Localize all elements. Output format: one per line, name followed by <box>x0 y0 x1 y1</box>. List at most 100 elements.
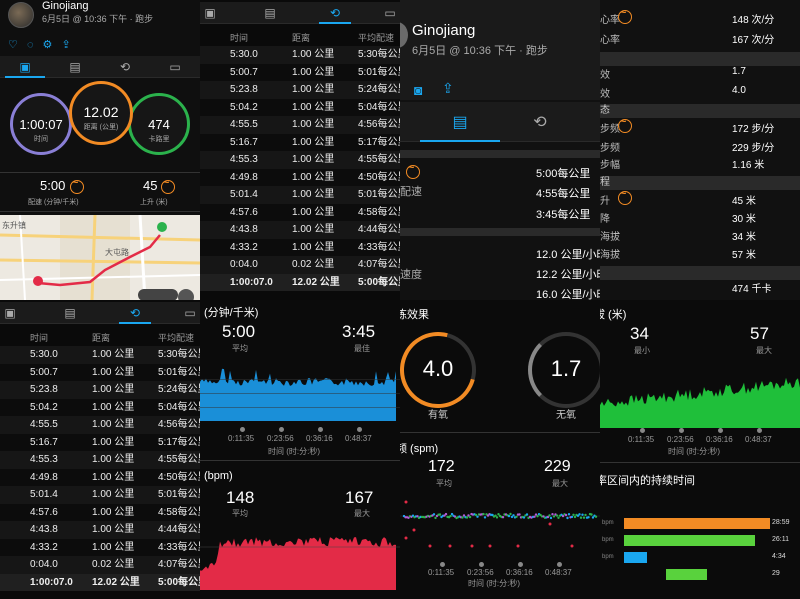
map-expand-button[interactable] <box>178 289 194 300</box>
lap-row[interactable]: 5:00.7 1.00 公里 5:01每公里 <box>200 63 400 81</box>
ascent-chart-icon[interactable] <box>161 177 175 194</box>
cadence-outlier <box>570 544 574 548</box>
zone-unit: bpm <box>602 554 614 560</box>
tab-laps[interactable]: ⟲ <box>115 302 155 324</box>
lap-row[interactable]: 4:55.5 1.00 公里 4:56每公里 <box>0 416 200 434</box>
cadence-chart-title: 频 (spm) <box>400 443 439 455</box>
lap-row[interactable]: 5:04.2 1.00 公里 5:04每公里 <box>200 98 400 116</box>
lap-row[interactable]: 0:04.0 0.02 公里 4:07每公里 <box>200 256 400 274</box>
avatar[interactable] <box>8 2 34 28</box>
lap-row[interactable]: 5:30.0 1.00 公里 5:30每公里 <box>200 46 400 64</box>
cadence-chart[interactable] <box>400 494 600 564</box>
lap-row[interactable]: 4:33.2 1.00 公里 4:33每公里 <box>200 238 400 256</box>
lap-row[interactable]: 4:55.5 1.00 公里 4:56每公里 <box>200 116 400 134</box>
hr-chart[interactable] <box>200 525 400 590</box>
username[interactable]: Ginojiang <box>412 22 475 39</box>
laps-list-top: 5:30.0 1.00 公里 5:30每公里 5:00.7 1.00 公里 5:01每公里… <box>200 46 400 300</box>
elevation-chart[interactable] <box>600 358 800 428</box>
lap-distance: 1.00 公里 <box>92 524 135 535</box>
lap-row[interactable]: 5:16.7 1.00 公里 5:17每公里 <box>0 433 200 451</box>
pace-chart[interactable] <box>200 366 400 421</box>
lap-row[interactable]: 4:33.2 1.00 公里 4:33每公里 <box>0 538 200 556</box>
calories-value: 474 <box>148 117 170 132</box>
chart-icon[interactable] <box>618 188 632 205</box>
lap-pace: 5:17每公里 <box>158 436 200 448</box>
lap-row[interactable]: 5:16.7 1.00 公里 5:17每公里 <box>200 133 400 151</box>
tab-charts[interactable]: ▭ <box>180 302 200 324</box>
stat-value: 4.0 <box>732 85 746 96</box>
cadence-point <box>482 512 485 516</box>
tick-label: 0:36:16 <box>706 435 733 444</box>
tab-laps[interactable]: ⟲ <box>510 112 570 142</box>
cadence-point <box>552 515 556 518</box>
share-icon[interactable]: ⇪ <box>61 39 70 51</box>
summary-tabbar: ▣ ▤ ⟲ ▭ <box>0 56 200 78</box>
chart-icon[interactable] <box>618 116 632 133</box>
tab-stats[interactable]: ▤ <box>420 112 500 142</box>
tab-summary[interactable]: ▣ <box>200 2 220 24</box>
lap-row[interactable]: 4:57.6 1.00 公里 4:58每公里 <box>200 203 400 221</box>
tab-stats[interactable]: ▤ <box>50 56 100 78</box>
anaerobic-label: 无氧 <box>556 410 576 421</box>
tab-charts[interactable]: ▭ <box>150 56 200 78</box>
lap-row[interactable]: 4:43.8 1.00 公里 4:44每公里 <box>200 221 400 239</box>
lap-row[interactable]: 4:49.8 1.00 公里 4:50每公里 <box>200 168 400 186</box>
lap-distance: 1.00 公里 <box>92 366 135 378</box>
tab-laps[interactable]: ⟲ <box>315 2 355 24</box>
laps-header: 时间 距离 平均配速 <box>200 29 400 47</box>
tick-mark <box>357 427 362 432</box>
tick-mark <box>518 562 523 567</box>
zone-bar[interactable] <box>624 518 770 529</box>
lap-row[interactable]: 5:00.7 1.00 公里 5:01每公里 <box>0 363 200 381</box>
lap-row[interactable]: 4:55.3 1.00 公里 4:55每公里 <box>0 451 200 469</box>
lap-row[interactable]: 5:23.8 1.00 公里 5:24每公里 <box>200 81 400 99</box>
like-icon[interactable]: ♡ <box>8 39 18 51</box>
tab-stats[interactable]: ▤ <box>55 302 85 324</box>
hr-avg-label: 平均 <box>232 509 248 518</box>
lap-row[interactable]: 0:04.0 0.02 公里 4:07每公里 <box>0 556 200 574</box>
tab-summary[interactable]: ▣ <box>0 56 50 78</box>
lap-distance: 1.00 公里 <box>92 384 135 395</box>
stat-value: 45 米 <box>732 196 756 207</box>
cadence-point <box>590 513 593 516</box>
share-icon[interactable]: ⇪ <box>442 80 454 97</box>
stat-value: 167 次/分 <box>732 35 775 46</box>
lap-time: 0:04.0 <box>230 259 258 270</box>
route-map[interactable]: 东升镇 大屯路 <box>0 215 200 300</box>
lap-time: 5:04.2 <box>230 101 258 113</box>
lap-row[interactable]: 5:04.2 1.00 公里 5:04每公里 <box>0 398 200 416</box>
stat-value: 474 千卡 <box>732 284 772 295</box>
pace-chart-icon[interactable] <box>70 177 84 194</box>
tab-laps[interactable]: ⟲ <box>100 56 150 78</box>
pace-chart-icon[interactable] <box>406 162 420 179</box>
chart-icon[interactable] <box>618 7 632 24</box>
zone-bar[interactable] <box>624 535 755 546</box>
tab-summary[interactable]: ▣ <box>0 302 20 324</box>
lap-row[interactable]: 4:43.8 1.00 公里 4:44每公里 <box>0 521 200 539</box>
comment-icon[interactable]: ◌ <box>27 39 34 51</box>
cadence-avg-value: 172 <box>428 458 455 475</box>
tab-stats[interactable]: ▤ <box>255 2 285 24</box>
pace-avg-value: 5:00 <box>222 322 256 341</box>
avg-pace-value: 5:00 <box>40 178 66 193</box>
zone-bar[interactable] <box>624 552 647 563</box>
lap-row[interactable]: 4:49.8 1.00 公里 4:50每公里 <box>0 468 200 486</box>
lap-row[interactable]: 4:57.6 1.00 公里 4:58每公里 <box>0 503 200 521</box>
lap-row[interactable]: 5:23.8 1.00 公里 5:24每公里 <box>0 381 200 399</box>
lap-pace: 4:56每公里 <box>158 419 200 430</box>
tab-charts[interactable]: ▭ <box>380 2 400 24</box>
lap-row[interactable]: 5:30.0 1.00 公里 5:30每公里 <box>0 346 200 364</box>
cadence-point <box>507 514 511 518</box>
stat-value: 57 米 <box>732 250 756 261</box>
zone-bar[interactable] <box>666 569 707 580</box>
lap-row[interactable]: 4:55.3 1.00 公里 4:55每公里 <box>200 151 400 169</box>
gear-icon[interactable]: ⚙ <box>43 39 53 51</box>
camera-icon[interactable]: ◙ <box>414 82 422 98</box>
cadence-point <box>512 514 515 517</box>
pace-area <box>200 368 396 421</box>
lap-total-time: 1:00:07.0 <box>230 276 273 288</box>
username[interactable]: Ginojiang <box>42 0 88 12</box>
lap-row[interactable]: 5:01.4 1.00 公里 5:01每公里 <box>0 486 200 504</box>
lap-row[interactable]: 5:01.4 1.00 公里 5:01每公里 <box>200 186 400 204</box>
map-scale <box>138 289 178 300</box>
